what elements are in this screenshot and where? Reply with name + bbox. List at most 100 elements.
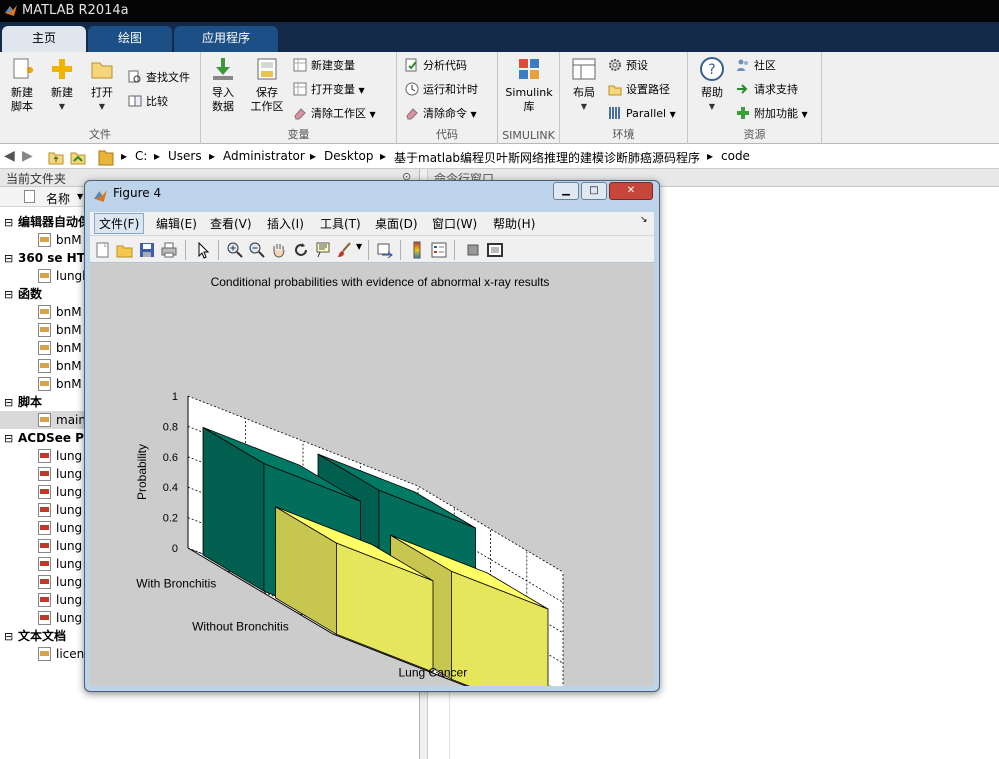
figure-window: Figure 4 ▁ □ ✕ 文件(F) 编辑(E) 查看(V) 插入(I) 工… (84, 180, 660, 692)
addons-button[interactable]: 附加功能 ▼ (736, 104, 808, 124)
file-group: 新建 脚本 新建 ▼ 打开 ▼ 查找文件 比较 文件 (0, 52, 201, 144)
addons-icon (737, 107, 749, 119)
analyze-code-button[interactable]: 分析代码 (405, 56, 467, 76)
gear-icon (609, 59, 621, 71)
forward-icon[interactable]: ▶ (22, 148, 33, 164)
zoom-in-icon[interactable] (226, 241, 244, 259)
breadcrumb-administrator[interactable]: Administrator (223, 149, 305, 163)
collapse-icon[interactable]: ⊟ (4, 430, 18, 448)
code-group: 分析代码 运行和计时 清除命令 ▼ 代码 (397, 52, 498, 144)
file-icon (38, 359, 51, 373)
new-script-button[interactable]: 新建 脚本 (4, 56, 40, 114)
legend-icon[interactable] (430, 241, 448, 259)
file-icon (38, 611, 51, 625)
brush-icon[interactable] (336, 241, 354, 259)
toolbar-separator (185, 240, 186, 260)
svg-text:?: ? (708, 62, 715, 78)
help-button[interactable]: ? 帮助 ▼ (694, 56, 730, 114)
compare-button[interactable]: 比较 (128, 92, 168, 112)
menu-tools[interactable]: 工具(T) (320, 215, 361, 232)
breadcrumb-users[interactable]: Users (168, 149, 202, 163)
file-icon (38, 269, 51, 283)
menu-file[interactable]: 文件(F) (94, 213, 145, 234)
menu-edit[interactable]: 编辑(E) (156, 215, 197, 232)
parallel-button[interactable]: Parallel ▼ (608, 104, 676, 124)
new-figure-icon[interactable] (94, 241, 112, 259)
file-icon (38, 467, 51, 481)
collapse-icon[interactable]: ⊟ (4, 250, 18, 268)
back-icon[interactable]: ◀ (4, 148, 15, 164)
hide-tools-icon[interactable] (464, 241, 482, 259)
tab-home[interactable]: 主页 (2, 26, 86, 52)
breadcrumb-project-folder[interactable]: 基于matlab编程贝叶斯网络推理的建模诊断肺癌源码程序 (394, 149, 700, 166)
zoom-out-icon[interactable] (248, 241, 266, 259)
breadcrumb-code[interactable]: code (721, 149, 750, 163)
toolbar-separator (368, 240, 369, 260)
z-tick-label: 0.2 (163, 513, 178, 525)
analyze-code-icon (405, 58, 417, 72)
community-button[interactable]: 社区 (736, 56, 776, 76)
collapse-icon[interactable]: ⊟ (4, 214, 18, 232)
open-variable-button[interactable]: 打开变量 ▼ (293, 80, 365, 100)
file-name: bnM (56, 341, 82, 355)
print-icon[interactable] (160, 241, 178, 259)
bar3-chart: Conditional probabilities with evidence … (135, 275, 564, 686)
find-files-button[interactable]: 查找文件 (128, 68, 190, 88)
save-icon[interactable] (138, 241, 156, 259)
pointer-icon[interactable] (194, 241, 212, 259)
matlab-logo-icon (5, 5, 17, 16)
collapse-icon[interactable]: ⊟ (4, 286, 18, 304)
pan-icon[interactable] (270, 241, 288, 259)
menu-desktop[interactable]: 桌面(D) (375, 215, 418, 232)
clear-workspace-button[interactable]: 清除工作区 ▼ (293, 104, 376, 124)
tab-plots[interactable]: 绘图 (88, 26, 172, 52)
menu-insert[interactable]: 插入(I) (267, 215, 304, 232)
layout-button[interactable]: 布局 ▼ (566, 56, 602, 114)
file-name: lung (56, 593, 83, 607)
tab-apps[interactable]: 应用程序 (174, 26, 278, 52)
up-folder-icon[interactable] (48, 149, 64, 165)
chevron-down-icon: ▼ (98, 102, 106, 111)
open-icon[interactable] (116, 241, 134, 259)
simulink-library-button[interactable]: Simulink 库 (504, 56, 554, 114)
menu-window[interactable]: 窗口(W) (432, 215, 477, 232)
maximize-button[interactable]: □ (581, 182, 607, 200)
dock-arrow-icon[interactable]: ↘ (640, 215, 648, 225)
show-tools-icon[interactable] (486, 241, 504, 259)
new-button[interactable]: 新建 ▼ (44, 56, 80, 114)
menu-view[interactable]: 查看(V) (210, 215, 252, 232)
folder-icon (98, 150, 114, 166)
file-name: lung (56, 539, 83, 553)
import-data-button[interactable]: 导入 数据 (205, 56, 241, 114)
clear-commands-button[interactable]: 清除命令 ▼ (405, 104, 477, 124)
preferences-button[interactable]: 预设 (608, 56, 648, 76)
collapse-icon[interactable]: ⊟ (4, 628, 18, 646)
link-icon[interactable] (376, 241, 394, 259)
run-and-time-button[interactable]: 运行和计时 (405, 80, 478, 100)
open-button[interactable]: 打开 ▼ (84, 56, 120, 114)
file-icon (38, 341, 51, 355)
breadcrumb-desktop[interactable]: Desktop (324, 149, 374, 163)
rotate-icon[interactable] (292, 241, 310, 259)
chevron-down-icon: ▼ (369, 110, 376, 119)
file-name: lung (56, 449, 83, 463)
column-name[interactable]: 名称 (46, 190, 70, 207)
set-path-button[interactable]: 设置路径 (608, 80, 670, 100)
browse-folder-icon[interactable] (70, 149, 86, 165)
collapse-icon[interactable]: ⊟ (4, 394, 18, 412)
breadcrumb-c[interactable]: C: (135, 149, 147, 163)
figure-titlebar[interactable]: Figure 4 ▁ □ ✕ (85, 181, 659, 209)
minimize-button[interactable]: ▁ (553, 182, 579, 200)
data-cursor-icon[interactable] (314, 241, 332, 259)
menu-help[interactable]: 帮助(H) (493, 215, 535, 232)
chevron-down-icon[interactable]: ▼ (356, 242, 362, 251)
z-axis-label: Probability (135, 444, 149, 500)
compare-icon (128, 95, 142, 107)
request-support-button[interactable]: 请求支持 (736, 80, 798, 100)
file-icon (38, 521, 51, 535)
file-icon (38, 449, 51, 463)
close-button[interactable]: ✕ (609, 182, 653, 200)
new-variable-button[interactable]: 新建变量 (293, 56, 355, 76)
save-workspace-button[interactable]: 保存 工作区 (245, 56, 289, 114)
colorbar-icon[interactable] (408, 241, 426, 259)
